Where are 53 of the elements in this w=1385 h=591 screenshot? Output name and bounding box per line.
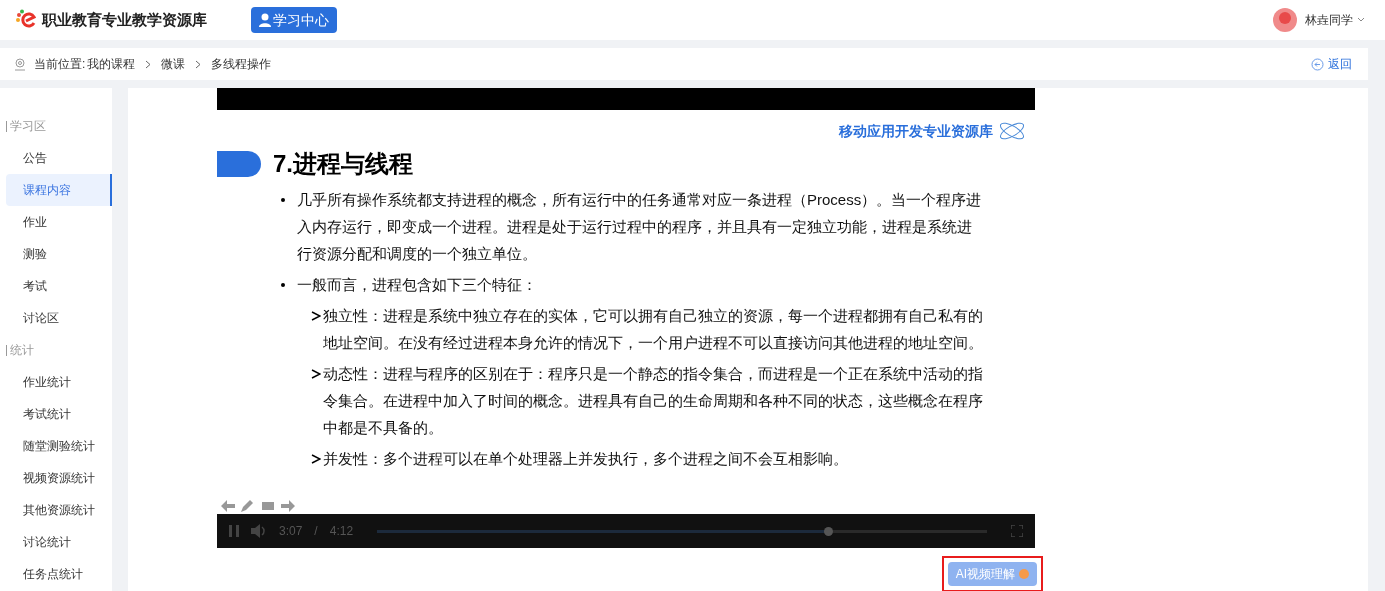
- sidebar-section-title: 学习区: [10, 118, 46, 135]
- sidebar-section-title: 统计: [10, 342, 34, 359]
- avatar-icon[interactable]: [1273, 8, 1297, 32]
- chevron-right-icon: [195, 59, 202, 69]
- arrow-bullet-icon: [311, 369, 321, 379]
- sidebar-item[interactable]: 随堂测验统计: [6, 430, 112, 462]
- learning-center-button[interactable]: 学习中心: [251, 7, 337, 33]
- slides-icon[interactable]: [261, 500, 275, 512]
- sidebar-item[interactable]: 测验: [6, 238, 112, 270]
- sidebar-item[interactable]: 考试: [6, 270, 112, 302]
- breadcrumb-label: 当前位置:: [34, 56, 86, 73]
- duration: 4:12: [329, 523, 354, 540]
- bullet-icon: [281, 283, 285, 287]
- sidebar-item[interactable]: 作业统计: [6, 366, 112, 398]
- fullscreen-icon[interactable]: [1011, 525, 1023, 537]
- sidebar-item[interactable]: 考试统计: [6, 398, 112, 430]
- slide-text: 一般而言，进程包含如下三个特征：: [297, 275, 538, 295]
- sidebar-item[interactable]: 任务点统计: [6, 558, 112, 590]
- chevron-right-icon: [145, 59, 152, 69]
- pencil-icon[interactable]: [241, 500, 255, 512]
- sidebar-item[interactable]: 视频资源统计: [6, 462, 112, 494]
- volume-icon[interactable]: [251, 524, 267, 538]
- pause-icon[interactable]: [229, 525, 239, 537]
- sidebar-item[interactable]: 课程内容: [6, 174, 112, 206]
- chevron-down-icon[interactable]: [1357, 17, 1365, 23]
- slide-text: 动态性：进程与程序的区别在于：程序只是一个静态的指令集合，而进程是一个正在系统中活动的指令集合。在进程中加入了时间的概念。进程具有自己的生命周期和各种不同的状态，这些概念在程序中都是不具备的。: [323, 364, 984, 438]
- progress-track[interactable]: [377, 529, 987, 533]
- slide-heading: 7.进程与线程: [273, 149, 413, 179]
- arrow-left-icon[interactable]: [221, 500, 235, 512]
- slide-text: 独立性：进程是系统中独立存在的实体，它可以拥有自己独立的资源，每一个进程都拥有自己私有的地址空间。在没有经过进程本身允许的情况下，一个用户进程不可以直接访问其他进程的地址空间。: [323, 306, 984, 353]
- breadcrumb-item: 多线程操作: [211, 56, 272, 73]
- sidebar-item[interactable]: 作业: [6, 206, 112, 238]
- user-name[interactable]: 林垚同学: [1305, 11, 1353, 29]
- back-link[interactable]: 返回: [1311, 55, 1352, 73]
- site-title: 职业教育专业教学资源库: [42, 9, 207, 30]
- breadcrumb-item[interactable]: 微课: [161, 55, 186, 73]
- arrow-right-icon[interactable]: [281, 500, 295, 512]
- person-icon: [259, 13, 271, 27]
- bullet-icon: [281, 198, 285, 202]
- current-time: 3:07: [279, 523, 303, 540]
- sidebar-item[interactable]: 讨论统计: [6, 526, 112, 558]
- progress-thumb[interactable]: [824, 526, 834, 536]
- arrow-bullet-icon: [311, 454, 321, 464]
- time-separator: /: [314, 523, 318, 540]
- slide-brand: 移动应用开发专业资源库: [839, 121, 993, 141]
- sidebar-item[interactable]: 其他资源统计: [6, 494, 112, 526]
- arrow-bullet-icon: [311, 311, 321, 321]
- sidebar-item[interactable]: 讨论区: [6, 302, 112, 334]
- slide-text: 几乎所有操作系统都支持进程的概念，所有运行中的任务通常对应一条进程（Process）。当一个程序进入内存运行，即变成一个进程。进程是处于运行过程中的程序，并且具有一定独立功能，进程是系统进行资源分配和调度的一个独立单位。: [297, 190, 983, 264]
- sidebar-item[interactable]: 公告: [6, 142, 112, 174]
- location-icon: [14, 57, 26, 71]
- breadcrumb-item[interactable]: 我的课程: [87, 55, 136, 73]
- slide-text: 并发性：多个进程可以在单个处理器上并发执行，多个进程之间不会互相影响。: [323, 449, 848, 469]
